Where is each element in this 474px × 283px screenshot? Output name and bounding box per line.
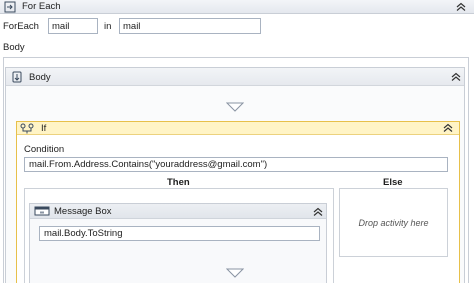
sequence-header[interactable]: Body (6, 68, 464, 86)
collapse-chevron-icon (456, 2, 466, 11)
drop-arrow-icon[interactable] (225, 268, 245, 278)
message-box-title: Message Box (54, 206, 112, 217)
then-label: Then (167, 177, 190, 188)
sequence-icon (11, 71, 23, 83)
message-box-activity[interactable]: Message Box mail.Body.ToString (29, 203, 327, 283)
if-activity[interactable]: If Condition mail.From.Address.Contains(… (16, 121, 460, 283)
drop-arrow-icon[interactable] (225, 102, 245, 112)
else-drop-placeholder: Drop activity here (358, 218, 429, 228)
collapse-chevron-icon (313, 207, 323, 216)
foreach-body-label: Body (3, 42, 25, 53)
foreach-properties-row: ForEach mail in mail (3, 18, 303, 35)
else-branch[interactable]: Drop activity here (339, 188, 448, 257)
condition-field[interactable]: mail.From.Address.Contains("youraddress@… (24, 157, 448, 172)
collapse-chevron-icon (451, 72, 461, 81)
foreach-icon (4, 1, 16, 13)
message-box-icon (34, 206, 50, 217)
message-box-header[interactable]: Message Box (30, 204, 326, 219)
foreach-activity-header[interactable]: For Each (0, 0, 474, 14)
body-sequence[interactable]: Body If Condition mail.From.Address.Cont… (5, 67, 465, 283)
if-title: If (41, 123, 47, 134)
else-label: Else (383, 177, 403, 188)
foreach-title: For Each (22, 1, 61, 12)
message-box-text-field[interactable]: mail.Body.ToString (39, 226, 320, 241)
foreach-collapse-button[interactable] (455, 2, 467, 12)
foreach-collection-field[interactable]: mail (119, 18, 261, 34)
if-icon (20, 123, 34, 134)
foreach-label: ForEach (3, 21, 39, 32)
condition-label: Condition (24, 144, 65, 155)
collapse-chevron-icon (443, 123, 453, 132)
message-box-collapse-button[interactable] (312, 207, 324, 217)
sequence-title: Body (29, 72, 51, 83)
then-branch[interactable]: Message Box mail.Body.ToString (24, 188, 334, 283)
if-collapse-button[interactable] (442, 123, 454, 133)
if-header[interactable]: If (17, 122, 459, 135)
in-label: in (104, 21, 112, 32)
foreach-item-field[interactable]: mail (48, 18, 98, 34)
sequence-collapse-button[interactable] (450, 72, 462, 82)
